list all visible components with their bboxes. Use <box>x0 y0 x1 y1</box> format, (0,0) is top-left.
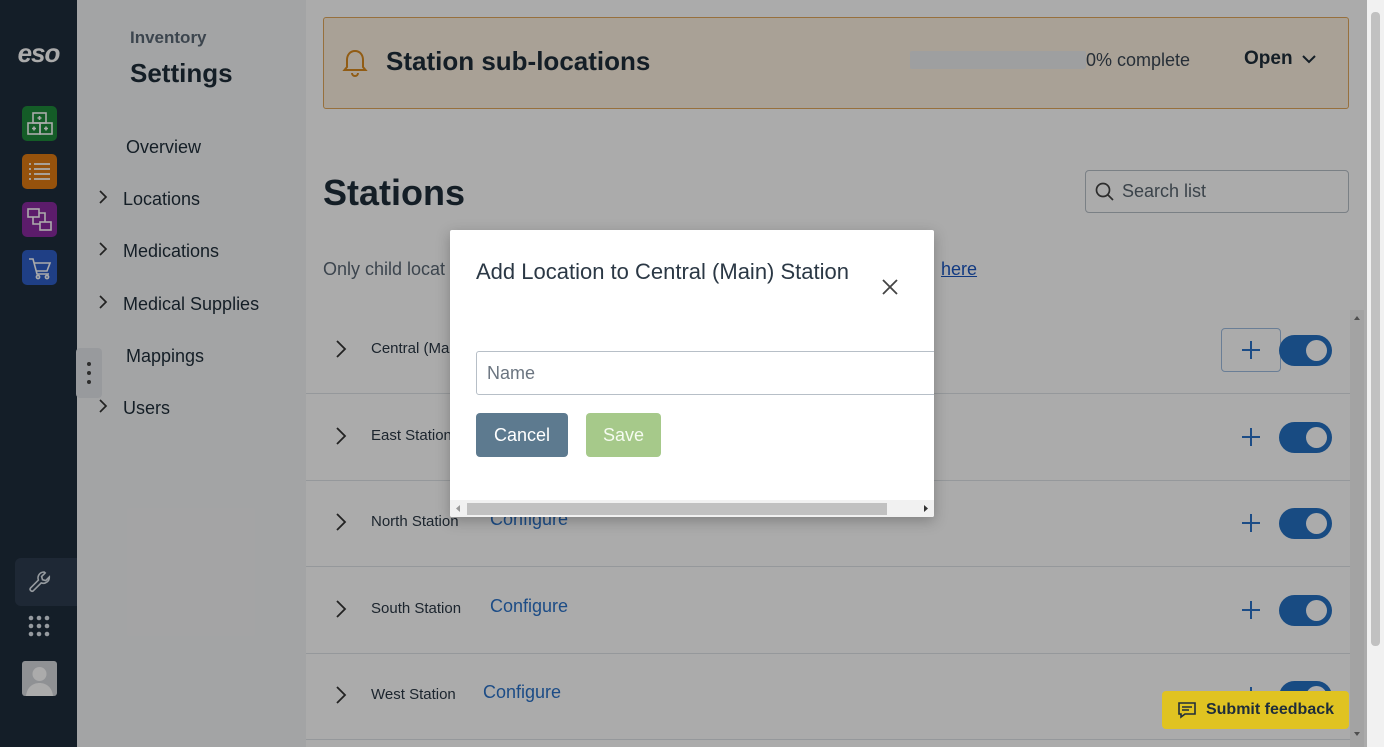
close-button[interactable] <box>878 275 902 299</box>
dialog-scroll-thumb[interactable] <box>467 503 887 515</box>
feedback-icon <box>1178 702 1196 719</box>
submit-feedback-button[interactable]: Submit feedback <box>1162 691 1349 729</box>
page-scroll-thumb[interactable] <box>1371 12 1380 646</box>
dialog-title: Add Location to Central (Main) Station <box>476 259 849 284</box>
save-button[interactable]: Save <box>586 413 661 457</box>
dialog-horizontal-scrollbar[interactable] <box>450 500 934 517</box>
close-icon <box>882 279 898 295</box>
feedback-label: Submit feedback <box>1205 701 1335 718</box>
add-location-dialog: Add Location to Central (Main) Station C… <box>450 230 934 517</box>
cancel-button[interactable]: Cancel <box>476 413 568 457</box>
name-field[interactable] <box>476 351 934 395</box>
